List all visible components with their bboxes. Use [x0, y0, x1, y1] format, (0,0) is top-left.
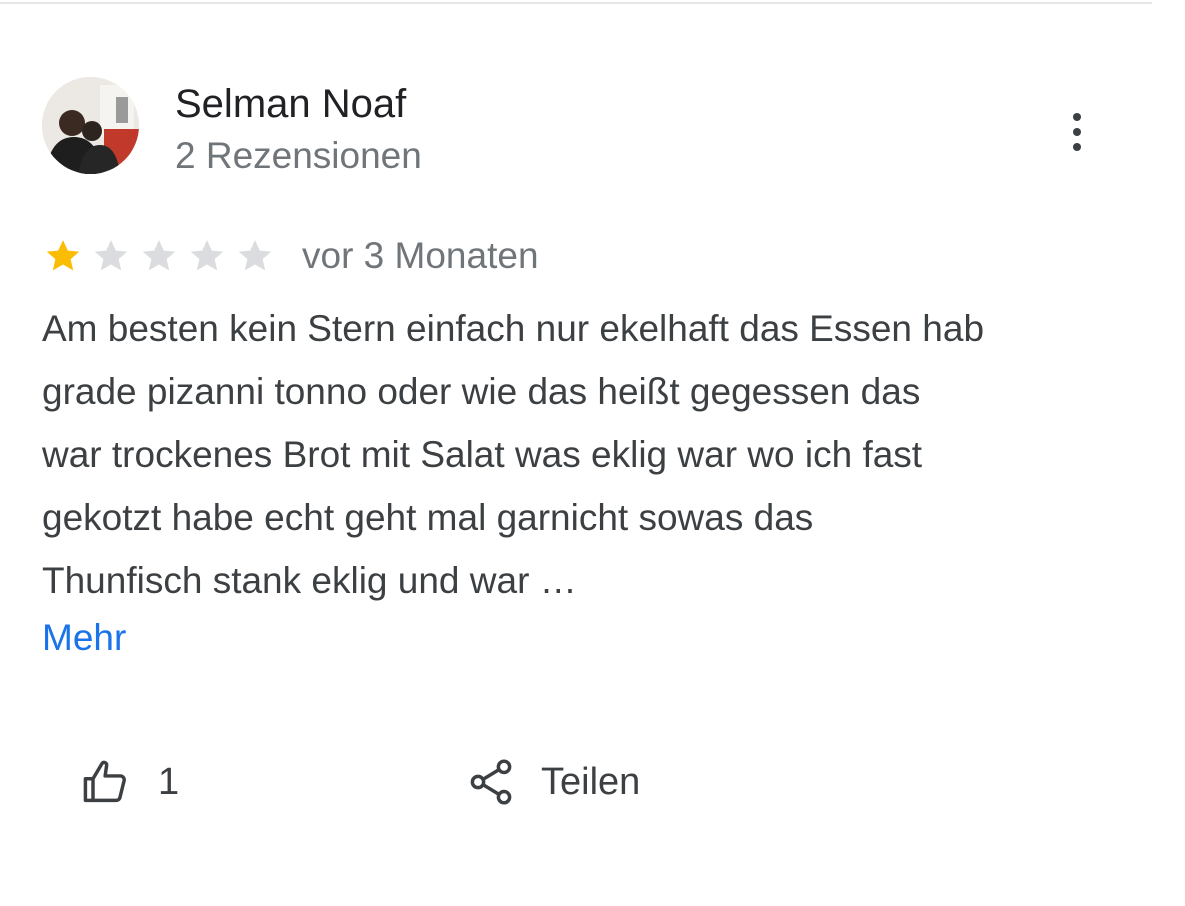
reviewer-review-count: 2 Rezensionen [175, 135, 422, 176]
read-more-link[interactable]: Mehr [42, 612, 126, 664]
rating-row: vor 3 Monaten [42, 232, 539, 280]
more-vert-icon [1073, 113, 1081, 151]
divider [0, 2, 1152, 4]
star-empty-icon [238, 240, 272, 271]
review-text-line: war trockenes Brot mit Salat was eklig w… [42, 434, 923, 475]
share-label: Teilen [541, 760, 641, 803]
star-empty-icon [94, 240, 128, 271]
share-icon [470, 759, 512, 805]
like-button[interactable]: 1 [80, 752, 179, 812]
review-text-line: Thunfisch stank eklig und war … [42, 560, 577, 601]
review-text-line: Am besten kein Stern einfach nur ekelhaf… [42, 308, 985, 349]
star-empty-icon [190, 240, 224, 271]
review-text: Am besten kein Stern einfach nur ekelhaf… [42, 297, 1132, 612]
thumb-up-icon [83, 760, 126, 803]
star-rating [42, 236, 276, 276]
avatar-photo [42, 77, 139, 174]
review-text-line: gekotzt habe echt geht mal garnicht sowa… [42, 497, 814, 538]
share-button[interactable]: Teilen [465, 752, 640, 812]
more-options-button[interactable] [1055, 106, 1099, 158]
review-date: vor 3 Monaten [302, 235, 539, 276]
star-filled-icon [46, 240, 80, 271]
star-empty-icon [142, 240, 176, 271]
avatar[interactable] [42, 77, 139, 174]
review-card: Selman Noaf 2 Rezensionen vor 3 Monaten … [0, 0, 1185, 906]
review-text-line: grade pizanni tonno oder wie das heißt g… [42, 371, 921, 412]
reviewer-name[interactable]: Selman Noaf [175, 80, 406, 128]
like-count: 1 [158, 760, 180, 803]
